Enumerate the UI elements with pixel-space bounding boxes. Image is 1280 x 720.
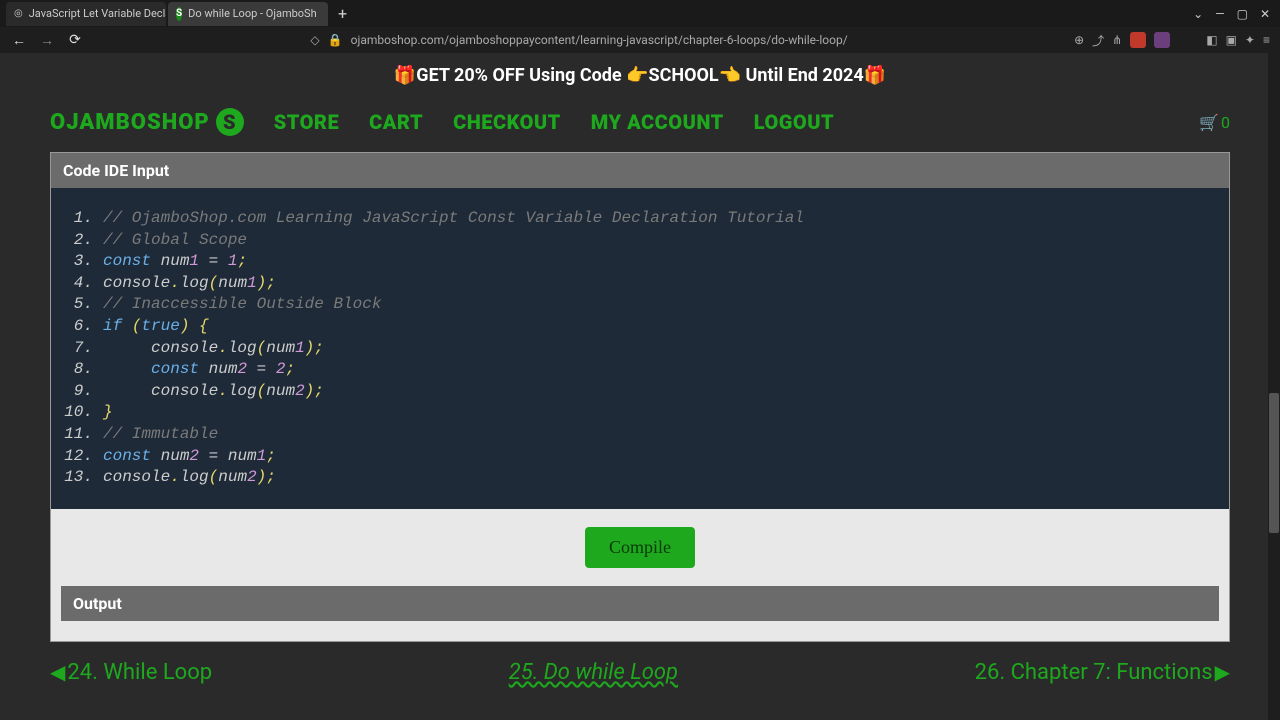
extension-red-icon[interactable] [1130,32,1146,48]
current-chapter-label: 25. Do while Loop [509,660,678,685]
arrow-left-icon: ◀ [50,660,65,684]
code-line: 13.console.log(num2); [63,467,1217,489]
line-number: 10. [63,402,103,424]
cart-button[interactable]: 🛒0 [1199,113,1230,132]
maximize-icon[interactable]: ▢ [1237,7,1248,21]
code-line: 10.} [63,402,1217,424]
sparkle-icon[interactable]: ✦ [1245,33,1255,47]
tab-title: Do while Loop - OjamboSh [188,7,316,20]
window-controls: ⌄ — ▢ ✕ [1193,7,1280,21]
line-number: 8. [63,359,103,381]
sidebar-icon[interactable]: ◧ [1206,33,1217,47]
line-number: 1. [63,208,103,230]
line-number: 5. [63,294,103,316]
favicon-spiral-icon: ◎ [14,7,23,21]
extension-purple-icon[interactable] [1154,32,1170,48]
close-icon[interactable]: ✕ [327,7,328,21]
rss-icon[interactable]: ⋔ [1112,33,1122,47]
code-line: 12.const num2 = num1; [63,446,1217,468]
code-line: 7. console.log(num1); [63,338,1217,360]
cart-count: 0 [1221,113,1230,132]
nav-cart[interactable]: CART [369,110,423,134]
current-chapter-link[interactable]: 25. Do while Loop [509,660,678,685]
forward-button[interactable]: → [38,32,56,49]
line-number: 13. [63,467,103,489]
code-line: 9. console.log(num2); [63,381,1217,403]
arrow-right-icon: ▶ [1215,660,1230,684]
code-line: 3.const num1 = 1; [63,251,1217,273]
close-window-icon[interactable]: ✕ [1260,7,1270,21]
scrollbar-thumb[interactable] [1269,393,1279,533]
nav-my-account[interactable]: MY ACCOUNT [591,110,724,134]
line-number: 4. [63,273,103,295]
code-line: 2.// Global Scope [63,230,1217,252]
logo-s-icon: S [216,108,244,136]
chapter-nav: ◀ 24. While Loop 25. Do while Loop 26. C… [0,642,1280,703]
line-number: 11. [63,424,103,446]
nav-store[interactable]: STORE [274,110,339,134]
code-line: 4.console.log(num1); [63,273,1217,295]
promo-banner: 🎁GET 20% OFF Using Code 👉SCHOOL👈 Until E… [0,53,1280,98]
lock-icon: 🔒 [328,33,343,47]
line-number: 7. [63,338,103,360]
next-chapter-link[interactable]: 26. Chapter 7: Functions ▶ [975,660,1230,685]
code-line: 6.if (true) { [63,316,1217,338]
menu-icon[interactable]: ≡ [1263,33,1270,47]
page-content: 🎁GET 20% OFF Using Code 👉SCHOOL👈 Until E… [0,53,1280,720]
favicon-s-icon: S [176,7,182,21]
cart-icon: 🛒 [1199,113,1219,132]
chevron-down-icon[interactable]: ⌄ [1193,7,1203,21]
scrollbar[interactable] [1268,53,1280,720]
line-number: 3. [63,251,103,273]
minimize-icon[interactable]: — [1215,7,1224,21]
zoom-icon[interactable]: ⊕ [1074,33,1084,47]
ide-header: Code IDE Input [51,153,1229,188]
line-number: 9. [63,381,103,403]
code-line: 8. const num2 = 2; [63,359,1217,381]
output-area [51,621,1229,641]
code-line: 11.// Immutable [63,424,1217,446]
new-tab-button[interactable]: + [330,4,355,23]
url-bar[interactable]: ◇ 🔒 ojamboshop.com/ojamboshoppaycontent/… [94,33,1064,47]
nav-logout[interactable]: LOGOUT [754,110,834,134]
site-nav: OJAMBOSHOP S STORE CART CHECKOUT MY ACCO… [0,98,1280,152]
back-button[interactable]: ← [10,32,28,49]
prev-chapter-label: 24. While Loop [67,660,212,685]
line-number: 6. [63,316,103,338]
code-line: 5.// Inaccessible Outside Block [63,294,1217,316]
nav-checkout[interactable]: CHECKOUT [453,110,561,134]
prev-chapter-link[interactable]: ◀ 24. While Loop [50,660,212,685]
browser-tab-active[interactable]: S Do while Loop - OjamboSh ✕ [168,2,328,26]
reload-button[interactable]: ⟳ [66,32,84,48]
compile-button[interactable]: Compile [585,527,695,568]
tab-bar: ◎ JavaScript Let Variable Declara S Do w… [0,0,1280,27]
tab-title: JavaScript Let Variable Declara [29,7,166,20]
line-number: 12. [63,446,103,468]
site-logo[interactable]: OJAMBOSHOP S [50,108,244,136]
compile-area: Compile [51,509,1229,586]
share-icon[interactable]: ⤴ [1092,32,1104,49]
promo-text: 🎁GET 20% OFF Using Code 👉SCHOOL👈 Until E… [394,65,886,86]
address-bar: ← → ⟳ ◇ 🔒 ojamboshop.com/ojamboshoppayco… [0,27,1280,53]
line-number: 2. [63,230,103,252]
url-text: ojamboshop.com/ojamboshoppaycontent/lear… [351,33,848,47]
output-header: Output [61,586,1219,621]
bookmark-icon[interactable]: ◇ [310,33,319,47]
ide-container: Code IDE Input 1.// OjamboShop.com Learn… [50,152,1230,642]
picture-in-picture-icon[interactable]: ▣ [1226,33,1237,47]
code-line: 1.// OjamboShop.com Learning JavaScript … [63,208,1217,230]
next-chapter-label: 26. Chapter 7: Functions [975,660,1213,685]
browser-tab-inactive[interactable]: ◎ JavaScript Let Variable Declara [6,2,166,26]
browser-chrome: ◎ JavaScript Let Variable Declara S Do w… [0,0,1280,53]
code-editor[interactable]: 1.// OjamboShop.com Learning JavaScript … [51,188,1229,509]
logo-text: OJAMBOSHOP [50,110,210,135]
